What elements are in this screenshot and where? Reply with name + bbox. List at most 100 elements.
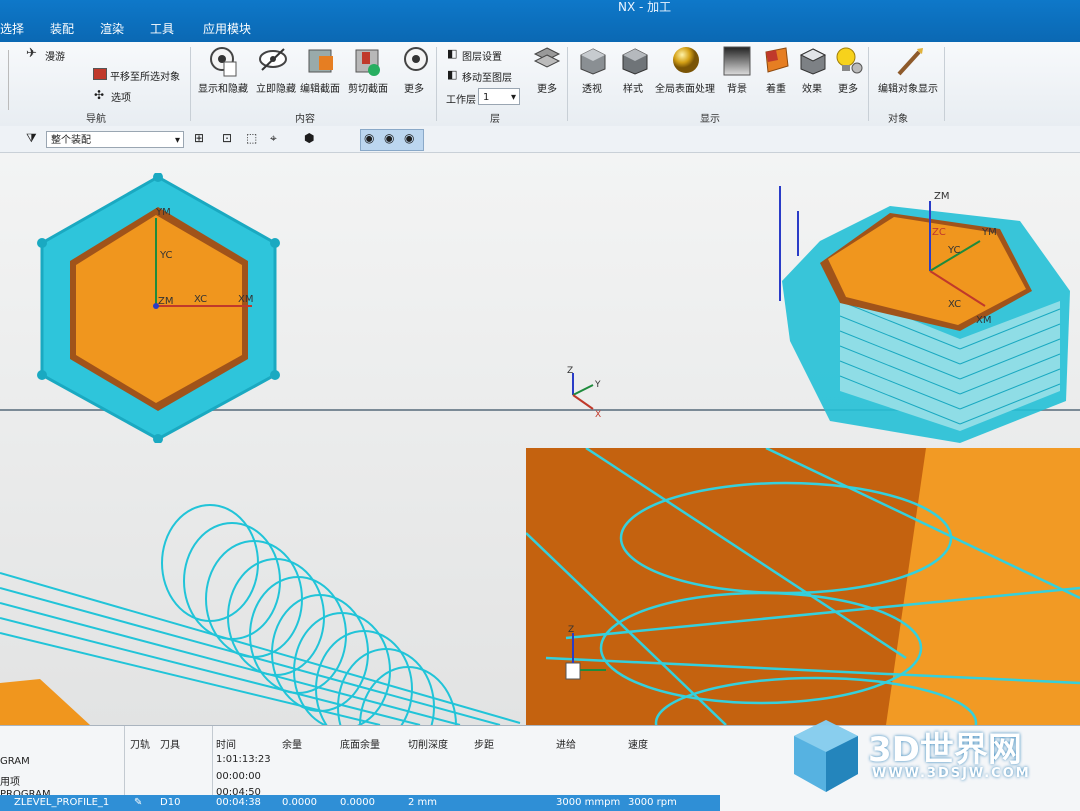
col-header-time[interactable]: 时间 [216, 736, 236, 751]
triad-label: X [595, 410, 601, 420]
row-time: 00:00:00 [216, 771, 261, 782]
menu-tools[interactable]: 工具 [150, 20, 174, 37]
style-button[interactable]: 样式 [623, 80, 643, 95]
col-header-stock[interactable]: 余量 [282, 736, 302, 751]
lighting-button[interactable]: 着重 [766, 80, 786, 95]
show-hide-button[interactable]: 显示和隐藏 [198, 80, 248, 95]
toolpath-spiral-view[interactable] [0, 493, 530, 725]
col-header-cut-depth[interactable]: 切削深度 [408, 736, 448, 751]
row-name[interactable]: 用项 [0, 773, 20, 788]
eye-icon: ◉ [384, 131, 395, 145]
col-header-tool[interactable]: 刀具 [160, 736, 180, 751]
eye-icon: ◉ [404, 131, 415, 145]
axis-label: YC [947, 245, 961, 256]
style-icon [622, 48, 648, 75]
more-display-icon [836, 47, 863, 74]
nav-fly-through[interactable]: 漫游 [45, 48, 65, 63]
cube-icon: ⬢ [304, 131, 315, 145]
instant-hide-icon [259, 48, 287, 71]
face-icon: ⬚ [246, 131, 258, 145]
view-triad: Z Y X [567, 366, 601, 420]
background-icon [723, 46, 751, 76]
work-layer-select[interactable]: 1 ▾ [478, 88, 520, 105]
part-top-view[interactable]: YM YC ZM XC XM [30, 173, 290, 443]
fly-through-icon: ✈ [26, 46, 37, 61]
group-separator [868, 47, 869, 121]
menu-application[interactable]: 应用模块 [203, 20, 251, 37]
effects-button[interactable]: 效果 [802, 80, 822, 95]
part-iso-view[interactable]: ZM ZC YC YM XC XM [770, 181, 1080, 451]
watermark: 3D世界网 WWW.3DSJW.COM [790, 716, 1060, 796]
graphics-window[interactable]: YM YC ZM XC XM ZM ZC YC YM XC XM Z Y X Z [0, 153, 1080, 725]
row-cut-depth: 2 mm [408, 797, 438, 808]
selection-scope-value: 整个装配 [51, 135, 91, 146]
group-object-label: 对象 [888, 114, 908, 125]
group-navigation-label: 导航 [86, 114, 106, 125]
row-name: ZLEVEL_PROFILE_1 [14, 797, 110, 808]
col-header-feed[interactable]: 进给 [556, 736, 576, 751]
more-content-icon [404, 47, 428, 71]
group-separator [190, 47, 191, 121]
global-shading-icon [673, 47, 699, 73]
global-shading-button[interactable]: 全局表面处理 [655, 80, 715, 95]
move-to-layer-icon: ◧ [447, 68, 458, 81]
nav-options[interactable]: 选项 [111, 89, 131, 104]
menu-assembly[interactable]: 装配 [50, 20, 74, 37]
filter-icon: ⧩ [26, 131, 37, 145]
edit-object-display-icon [897, 48, 923, 76]
row-time: 1:01:13:23 [216, 754, 271, 765]
row-name[interactable]: GRAM [0, 756, 30, 767]
more-display-button[interactable]: 更多 [838, 80, 858, 95]
effects-icon [799, 48, 827, 75]
table-row-selected[interactable]: ZLEVEL_PROFILE_1 ✎ D10 00:04:38 0.0000 0… [0, 795, 720, 811]
more-layer-button[interactable]: 更多 [537, 80, 557, 95]
options-icon: ✣ [94, 88, 105, 102]
snap-icon: ⊞ [194, 131, 205, 145]
app-title: NX - 加工 [618, 0, 672, 14]
point-icon: ⌖ [270, 131, 277, 145]
chevron-down-icon: ▾ [510, 92, 516, 103]
col-header-floor-stock[interactable]: 底面余量 [340, 736, 380, 751]
group-content-label: 内容 [295, 114, 315, 125]
layer-settings-button[interactable]: 图层设置 [462, 48, 502, 63]
work-layer-label: 工作层 [446, 95, 476, 106]
row-tool: D10 [160, 797, 181, 808]
axis-label: XC [194, 294, 207, 305]
col-header-path[interactable]: 刀轨 [130, 736, 150, 751]
edit-section-button[interactable]: 编辑截面 [300, 80, 340, 95]
work-layer-value: 1 [483, 92, 490, 103]
clip-section-button[interactable]: 剪切截面 [348, 80, 388, 95]
background-button[interactable]: 背景 [727, 80, 747, 95]
title-bar: NX - 加工 选择 装配 渲染 工具 应用模块 [0, 0, 1080, 48]
group-separator [944, 47, 945, 121]
row-speed: 3000 rpm [628, 797, 677, 808]
cube-logo-icon [794, 720, 858, 792]
group-separator [567, 47, 568, 121]
perspective-button[interactable]: 透视 [582, 80, 602, 95]
move-to-layer-button[interactable]: 移动至图层 [462, 69, 512, 84]
col-header-speed[interactable]: 速度 [628, 736, 648, 751]
col-header-stepover[interactable]: 步距 [474, 736, 494, 751]
group-layer-label: 层 [490, 114, 500, 125]
axis-label: ZM [934, 191, 949, 202]
clip-section-icon [355, 49, 380, 76]
group-display-label: 显示 [700, 114, 720, 125]
more-content-button[interactable]: 更多 [404, 80, 424, 95]
row-feed: 3000 mmpm [556, 797, 621, 808]
nav-pan-to-selected[interactable]: 平移至所选对象 [110, 68, 180, 83]
edit-object-display-button[interactable]: 编辑对象显示 [878, 80, 938, 95]
menu-select[interactable]: 选择 [0, 20, 24, 37]
selection-scope-select[interactable]: 整个装配 ▾ [46, 131, 184, 148]
layer-settings-icon: ◧ [447, 47, 458, 60]
path-status-icon: ✎ [134, 797, 143, 808]
axis-label: XM [238, 294, 253, 305]
axis-label: YM [981, 227, 997, 238]
toolpath-zoom-view[interactable]: Z [526, 448, 1080, 725]
select-icon: ⊡ [222, 131, 233, 145]
watermark-logo-text: 3D世界网 [868, 730, 1022, 770]
edit-section-icon [308, 49, 333, 73]
chevron-down-icon: ▾ [174, 135, 180, 146]
instant-hide-button[interactable]: 立即隐藏 [256, 80, 296, 95]
show-hide-icon [210, 47, 237, 77]
menu-render[interactable]: 渲染 [100, 20, 124, 37]
